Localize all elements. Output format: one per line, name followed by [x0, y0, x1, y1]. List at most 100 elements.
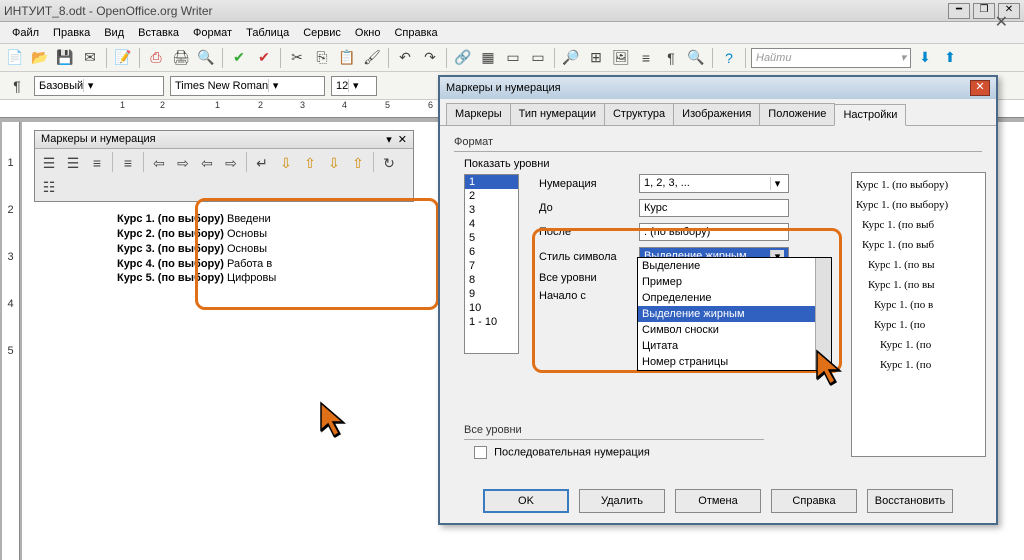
dropdown-option[interactable]: Определение — [638, 290, 831, 306]
move-up-icon[interactable]: ⇧ — [347, 152, 369, 174]
email-icon[interactable]: ✉ — [79, 47, 101, 69]
menu-format[interactable]: Формат — [187, 25, 238, 41]
dropdown-option[interactable]: Номер страницы — [638, 354, 831, 370]
cancel-button[interactable]: Отмена — [675, 489, 761, 513]
tab-settings[interactable]: Настройки — [834, 104, 906, 126]
tab-markers[interactable]: Маркеры — [446, 103, 511, 125]
size-combo[interactable]: 12▾ — [331, 76, 377, 96]
insert-icon[interactable]: ↵ — [251, 152, 273, 174]
font-combo[interactable]: Times New Roman▾ — [170, 76, 325, 96]
navigator-icon[interactable]: ⊞ — [585, 47, 607, 69]
menu-window[interactable]: Окно — [349, 25, 387, 41]
nonprinting-icon[interactable]: ¶ — [660, 47, 682, 69]
list-item[interactable]: 2 — [465, 189, 518, 203]
minimize-button[interactable]: ━ — [948, 3, 970, 19]
list-item[interactable]: 4 — [465, 217, 518, 231]
dropdown-scrollbar[interactable] — [815, 258, 831, 370]
save-icon[interactable]: 💾 — [54, 47, 76, 69]
zoom-icon[interactable]: 🔍 — [685, 47, 707, 69]
move-down-icon[interactable]: ⇩ — [323, 152, 345, 174]
reset-button[interactable]: Восстановить — [867, 489, 953, 513]
search-down-icon[interactable]: ⬇ — [914, 47, 936, 69]
menu-tools[interactable]: Сервис — [297, 25, 347, 41]
menu-file[interactable]: Файл — [6, 25, 45, 41]
arrow-right-icon[interactable]: ⇨ — [220, 152, 242, 174]
toolbar-close-icon[interactable]: ✕ — [398, 133, 407, 146]
toolbar-dropdown-icon[interactable]: ▾ — [386, 133, 392, 146]
gallery-icon[interactable]: 🖼 — [610, 47, 632, 69]
dropdown-option-selected[interactable]: Выделение жирным — [638, 306, 831, 322]
tab-position[interactable]: Положение — [759, 103, 835, 125]
sequential-checkbox[interactable] — [474, 446, 487, 459]
list-item[interactable]: 5 — [465, 231, 518, 245]
dropdown-option[interactable]: Цитата — [638, 338, 831, 354]
menu-edit[interactable]: Правка — [47, 25, 96, 41]
hyperlink-icon[interactable]: 🔗 — [452, 47, 474, 69]
preview-icon[interactable]: 🔍 — [195, 47, 217, 69]
style-combo[interactable]: Базовый▾ — [34, 76, 164, 96]
tab-outline[interactable]: Структура — [604, 103, 674, 125]
print-icon[interactable]: 🖨 — [170, 47, 192, 69]
help-button[interactable]: Справка — [771, 489, 857, 513]
arrow-right-icon[interactable]: ⇨ — [172, 152, 194, 174]
tab-images[interactable]: Изображения — [673, 103, 760, 125]
toolbar-icon[interactable]: ▭ — [527, 47, 549, 69]
undo-icon[interactable]: ↶ — [394, 47, 416, 69]
move-down-icon[interactable]: ⇩ — [275, 152, 297, 174]
find-icon[interactable]: 🔎 — [560, 47, 582, 69]
menu-help[interactable]: Справка — [388, 25, 443, 41]
menu-view[interactable]: Вид — [98, 25, 130, 41]
doc-close-icon[interactable]: ✕ — [989, 10, 1014, 34]
levels-listbox[interactable]: 1 2 3 4 5 6 7 8 9 10 1 - 10 — [464, 174, 519, 354]
dropdown-option[interactable]: Символ сноски — [638, 322, 831, 338]
styles-icon[interactable]: ¶ — [6, 75, 28, 97]
paste-icon[interactable]: 📋 — [336, 47, 358, 69]
list-item[interactable]: 7 — [465, 259, 518, 273]
list-icon[interactable]: ☰ — [62, 152, 84, 174]
delete-button[interactable]: Удалить — [579, 489, 665, 513]
list-item[interactable]: 1 — [465, 175, 518, 189]
autospell-icon[interactable]: ✔ — [253, 47, 275, 69]
toolbar-icon[interactable]: ▭ — [502, 47, 524, 69]
list-item[interactable]: 9 — [465, 287, 518, 301]
charstyle-dropdown-list[interactable]: Выделение Пример Определение Выделение ж… — [637, 257, 832, 371]
list-item[interactable]: 3 — [465, 203, 518, 217]
sequential-label: Последовательная нумерация — [494, 446, 650, 458]
pdf-icon[interactable]: ⎙ — [145, 47, 167, 69]
arrow-left-icon[interactable]: ⇦ — [196, 152, 218, 174]
dropdown-option[interactable]: Выделение — [638, 258, 831, 274]
spellcheck-icon[interactable]: ✔ — [228, 47, 250, 69]
table-icon[interactable]: ▦ — [477, 47, 499, 69]
dialog-close-button[interactable]: ✕ — [970, 80, 990, 96]
list-item[interactable]: 10 — [465, 301, 518, 315]
bullets-dialog-icon[interactable]: ☷ — [38, 176, 60, 198]
copy-icon[interactable]: ⎘ — [311, 47, 333, 69]
redo-icon[interactable]: ↷ — [419, 47, 441, 69]
arrow-left-icon[interactable]: ⇦ — [148, 152, 170, 174]
list-item[interactable]: 1 - 10 — [465, 315, 518, 329]
cut-icon[interactable]: ✂ — [286, 47, 308, 69]
new-doc-icon[interactable]: 📄 — [4, 47, 26, 69]
before-input[interactable]: Курс — [639, 199, 789, 217]
list-item[interactable]: 6 — [465, 245, 518, 259]
menu-insert[interactable]: Вставка — [132, 25, 185, 41]
brush-icon[interactable]: 🖌 — [361, 47, 383, 69]
numbering-combo[interactable]: 1, 2, 3, ...▾ — [639, 174, 789, 193]
list-icon[interactable]: ☰ — [38, 152, 60, 174]
datasource-icon[interactable]: ≡ — [635, 47, 657, 69]
style-value: Базовый — [39, 80, 83, 92]
help-icon[interactable]: ? — [718, 47, 740, 69]
list-icon[interactable]: ≡ — [117, 152, 139, 174]
search-up-icon[interactable]: ⬆ — [939, 47, 961, 69]
tab-numbering-type[interactable]: Тип нумерации — [510, 103, 605, 125]
ok-button[interactable]: OK — [483, 489, 569, 513]
restart-numbering-icon[interactable]: ↻ — [378, 152, 400, 174]
menu-table[interactable]: Таблица — [240, 25, 295, 41]
edit-icon[interactable]: 📝 — [112, 47, 134, 69]
open-icon[interactable]: 📂 — [29, 47, 51, 69]
dropdown-option[interactable]: Пример — [638, 274, 831, 290]
list-icon[interactable]: ≡ — [86, 152, 108, 174]
list-item[interactable]: 8 — [465, 273, 518, 287]
search-input[interactable]: Найти▾ — [751, 48, 911, 68]
move-up-icon[interactable]: ⇧ — [299, 152, 321, 174]
